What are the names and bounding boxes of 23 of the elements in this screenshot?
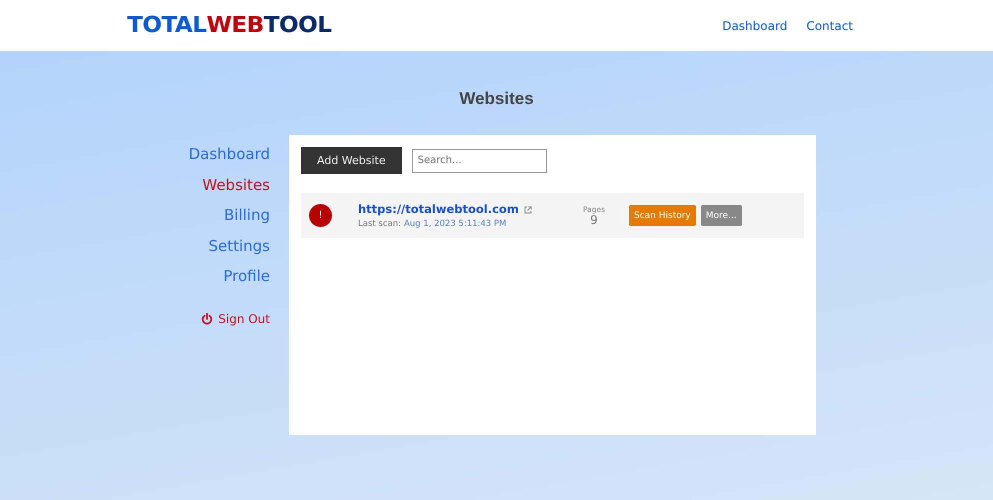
sign-out-button[interactable]: Sign Out <box>201 312 270 326</box>
add-website-button[interactable]: Add Website <box>301 147 402 174</box>
sidebar-item[interactable]: Websites <box>202 170 270 200</box>
logo-text: WEB <box>206 14 264 36</box>
logo-text: TOOL <box>264 14 332 36</box>
nav-link[interactable]: Dashboard <box>722 18 788 32</box>
search-field[interactable]: Search... <box>412 148 547 172</box>
external-link-icon[interactable] <box>524 206 532 214</box>
pages-count: 9 <box>590 214 598 226</box>
scan-history-button[interactable]: Scan History <box>629 205 696 226</box>
sidebar-item[interactable]: Billing <box>224 200 270 230</box>
logo-text: TOTAL <box>127 14 206 36</box>
nav-link[interactable]: Contact <box>806 18 853 32</box>
sidebar-item[interactable]: Dashboard <box>188 139 270 170</box>
error-status-icon: ! <box>309 204 332 227</box>
last-scan-date: Aug 1, 2023 5:11:43 PM <box>404 219 506 229</box>
last-scan-label: Last scan: <box>358 219 401 229</box>
more-button[interactable]: More... <box>700 205 742 226</box>
website-link[interactable]: https://totalwebtool.com <box>358 202 519 216</box>
page-title: Websites <box>458 88 535 110</box>
sidebar-item[interactable]: Profile <box>223 261 270 292</box>
sidebar-item[interactable]: Settings <box>208 230 270 261</box>
power-icon <box>201 312 214 324</box>
